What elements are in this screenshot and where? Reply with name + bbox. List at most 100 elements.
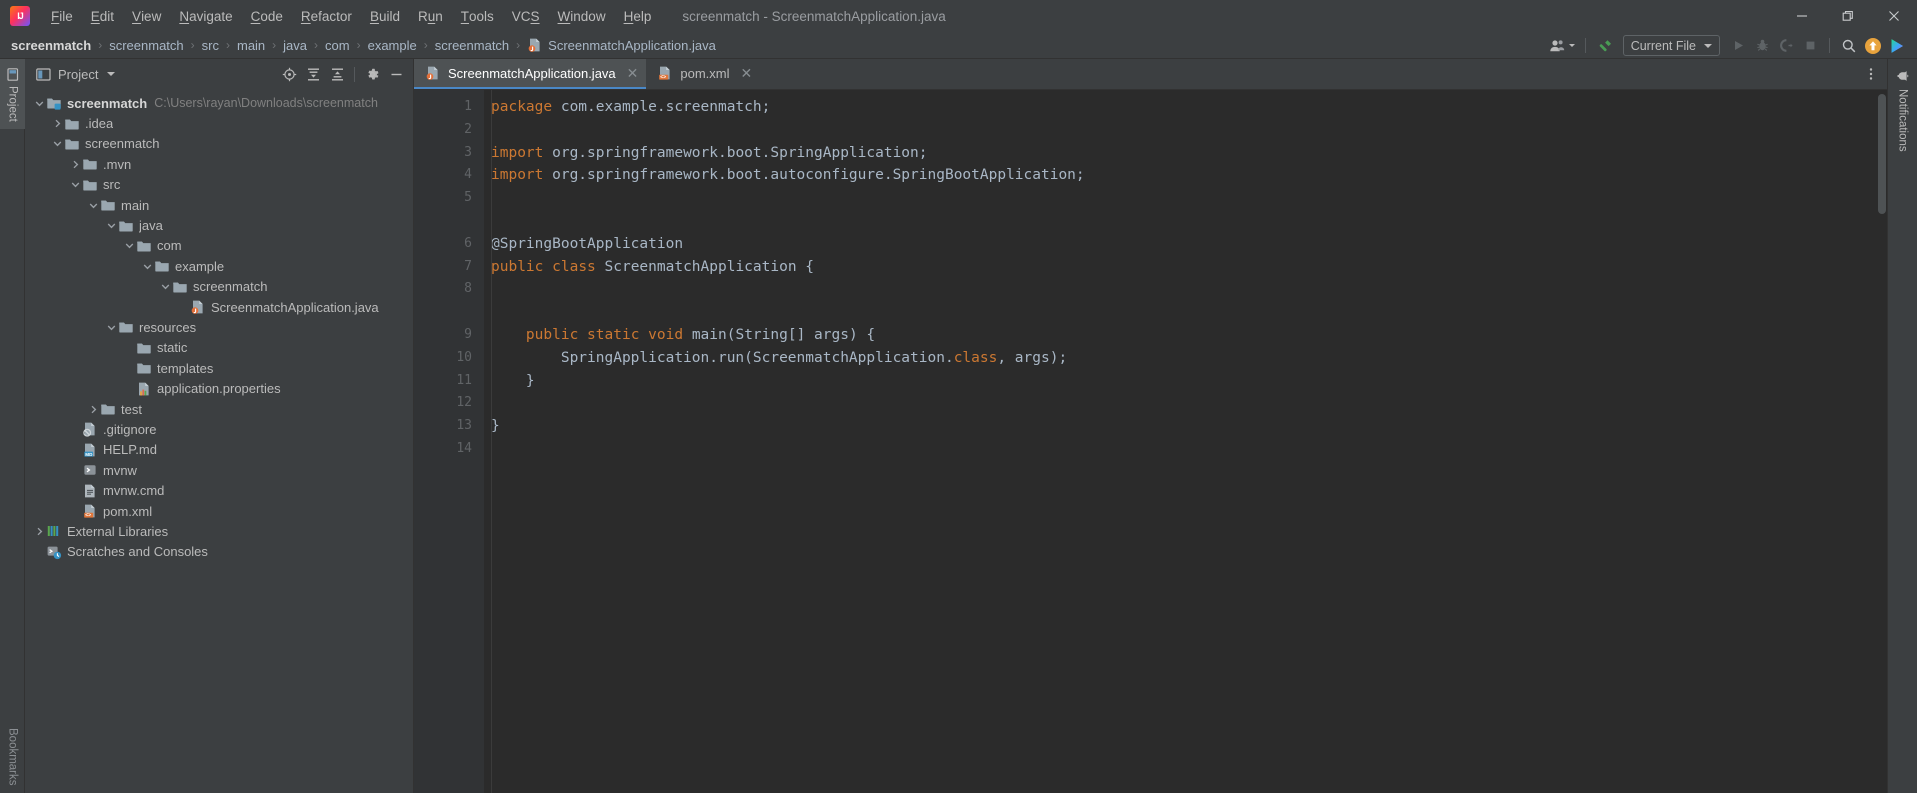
line-number-gutter[interactable]: 1 2 3 4 5 6 7 8 9 10 11 12 13 14 [414, 90, 494, 793]
tree-node-external-libraries[interactable]: External Libraries [25, 521, 413, 541]
breadcrumb-item-com[interactable]: com [325, 38, 350, 53]
code-editor[interactable]: 1 2 3 4 5 6 7 8 9 10 11 12 13 14 package com.example.… [414, 90, 1887, 793]
collapse-all-icon[interactable] [326, 63, 348, 85]
build-project-button[interactable] [1593, 35, 1617, 57]
breadcrumb-item-screenmatch[interactable]: screenmatch [11, 38, 91, 53]
chevron-right-icon[interactable] [87, 399, 100, 419]
chevron-down-icon[interactable] [87, 195, 100, 215]
menu-item-window[interactable]: Window [549, 0, 615, 32]
ai-assistant-button[interactable] [1885, 35, 1909, 57]
breadcrumb-item-screenmatchapplication-java[interactable]: ScreenmatchApplication.java [527, 37, 716, 53]
tree-node-screenmatch[interactable]: screenmatch C:\Users\rayan\Downloads\scre… [25, 93, 413, 113]
menu-item-file[interactable]: File [42, 0, 82, 32]
code-line[interactable]: import org.springframework.boot.autoconf… [491, 164, 1887, 187]
chevron-down-icon[interactable] [69, 175, 82, 195]
tool-strip-tab-project[interactable]: Project [0, 59, 25, 129]
maximize-button[interactable] [1825, 0, 1871, 32]
tool-strip-tab-notifications[interactable]: Notifications [1896, 59, 1910, 162]
tree-node-templates[interactable]: templates [25, 358, 413, 378]
breadcrumb-item-main[interactable]: main [237, 38, 265, 53]
tree-node-resources[interactable]: resources [25, 317, 413, 337]
debug-button[interactable] [1750, 35, 1774, 57]
search-everywhere-button[interactable] [1837, 35, 1861, 57]
menu-item-build[interactable]: Build [361, 0, 409, 32]
tree-node-com[interactable]: com [25, 236, 413, 256]
tool-strip-tab-bookmarks[interactable]: Bookmarks [0, 719, 25, 793]
chevron-right-icon[interactable] [51, 114, 64, 134]
chevron-down-icon[interactable] [33, 93, 46, 113]
minimize-button[interactable] [1779, 0, 1825, 32]
chevron-down-icon[interactable] [105, 317, 118, 337]
tree-node-screenmatch[interactable]: screenmatch [25, 134, 413, 154]
tree-node-help-md[interactable]: MD HELP.md [25, 440, 413, 460]
menu-item-edit[interactable]: Edit [82, 0, 123, 32]
menu-item-view[interactable]: View [123, 0, 170, 32]
close-button[interactable] [1871, 0, 1917, 32]
run-configuration-selector[interactable]: Current File [1622, 35, 1720, 56]
menu-item-code[interactable]: Code [242, 0, 292, 32]
code-line[interactable] [491, 301, 1887, 324]
code-line[interactable] [491, 187, 1887, 210]
code-line[interactable]: package com.example.screenmatch; [491, 96, 1887, 119]
close-icon[interactable]: ✕ [627, 66, 639, 80]
tree-node--idea[interactable]: .idea [25, 113, 413, 133]
code-line[interactable] [491, 278, 1887, 301]
chevron-right-icon[interactable] [69, 154, 82, 174]
code-line[interactable] [491, 438, 1887, 461]
code-content[interactable]: package com.example.screenmatch; import … [484, 90, 1887, 793]
editor-tab-options[interactable] [1863, 59, 1887, 89]
tree-node-mvnw[interactable]: mvnw [25, 460, 413, 480]
select-opened-file-icon[interactable] [278, 63, 300, 85]
chevron-down-icon[interactable] [123, 236, 136, 256]
run-button[interactable] [1726, 35, 1750, 57]
tree-node-mvnw-cmd[interactable]: mvnw.cmd [25, 480, 413, 500]
tree-node-scratches-and-consoles[interactable]: Scratches and Consoles [25, 542, 413, 562]
chevron-down-icon[interactable] [141, 256, 154, 276]
code-line[interactable]: import org.springframework.boot.SpringAp… [491, 142, 1887, 165]
breadcrumb-item-src[interactable]: src [202, 38, 219, 53]
menu-item-tools[interactable]: Tools [452, 0, 503, 32]
chevron-right-icon[interactable] [33, 521, 46, 541]
close-icon[interactable]: ✕ [741, 66, 753, 80]
breadcrumb-item-screenmatch[interactable]: screenmatch [435, 38, 509, 53]
tree-node-test[interactable]: test [25, 399, 413, 419]
tree-node-pom-xml[interactable]: <> pom.xml [25, 501, 413, 521]
menu-item-help[interactable]: Help [615, 0, 661, 32]
hide-tool-window-icon[interactable] [385, 63, 407, 85]
code-line[interactable] [491, 392, 1887, 415]
expand-all-icon[interactable] [302, 63, 324, 85]
stop-button[interactable] [1798, 35, 1822, 57]
update-project-button[interactable] [1861, 35, 1885, 57]
code-line[interactable]: } [491, 370, 1887, 393]
tree-node-application-properties[interactable]: application.properties [25, 378, 413, 398]
editor-tab-screenmatchapplication-java[interactable]: ScreenmatchApplication.java ✕ [414, 59, 647, 89]
project-tree[interactable]: screenmatch C:\Users\rayan\Downloads\scre… [25, 89, 413, 793]
tree-node-main[interactable]: main [25, 195, 413, 215]
code-line[interactable]: } [491, 415, 1887, 438]
tree-node--mvn[interactable]: .mvn [25, 154, 413, 174]
breadcrumb-item-example[interactable]: example [368, 38, 417, 53]
breadcrumb-item-java[interactable]: java [283, 38, 307, 53]
chevron-down-icon[interactable] [51, 134, 64, 154]
tree-node-src[interactable]: src [25, 175, 413, 195]
code-line[interactable]: public class ScreenmatchApplication { [491, 256, 1887, 279]
menu-item-vcs[interactable]: VC S [503, 0, 549, 32]
code-line[interactable] [491, 210, 1887, 233]
code-line[interactable] [491, 119, 1887, 142]
menu-item-navigate[interactable]: Navigate [170, 0, 241, 32]
tree-node-static[interactable]: static [25, 338, 413, 358]
run-with-coverage-button[interactable] [1774, 35, 1798, 57]
tree-node-screenmatch[interactable]: screenmatch [25, 277, 413, 297]
editor-scrollbar[interactable] [1878, 94, 1886, 214]
chevron-down-icon[interactable] [159, 277, 172, 297]
tree-node-screenmatchapplication-java[interactable]: ScreenmatchApplication.java [25, 297, 413, 317]
tree-node--gitignore[interactable]: .gitignore [25, 419, 413, 439]
code-line[interactable]: public static void main(String[] args) { [491, 324, 1887, 347]
chevron-down-icon[interactable] [105, 216, 118, 236]
menu-item-run[interactable]: Run [409, 0, 452, 32]
menu-item-refactor[interactable]: Refactor [292, 0, 361, 32]
breadcrumb-item-screenmatch[interactable]: screenmatch [109, 38, 183, 53]
account-button[interactable] [1546, 35, 1578, 57]
code-line[interactable]: @SpringBootApplication [491, 233, 1887, 256]
tree-node-java[interactable]: java [25, 215, 413, 235]
